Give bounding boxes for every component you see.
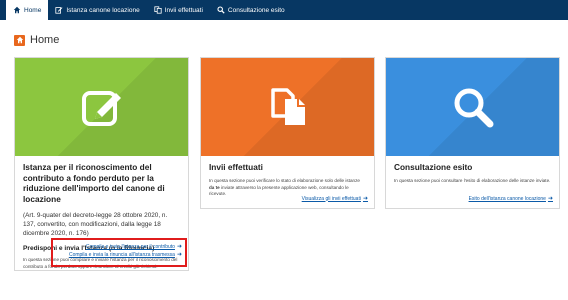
card-consultazione-description: In questa sezione puoi consultare l'esit… (394, 178, 551, 183)
nav-consultazione-label: Consultazione esito (227, 6, 285, 14)
page-title-text: Home (30, 34, 60, 46)
visualizza-invii-link-text: Visualizza gli invii effettuati (301, 195, 361, 202)
esito-istanza-link-text: Esito dell'istanza canone locazione (468, 195, 546, 202)
card-istanza-note: (Art. 9-quater del decreto-legge 28 otto… (23, 212, 168, 237)
arrow-right-icon: ➜ (176, 252, 182, 258)
top-navbar: Home Istanza canone locazione Invii effe… (0, 0, 568, 20)
search-icon (217, 6, 225, 14)
arrow-right-icon: ➜ (176, 244, 182, 250)
arrow-right-icon: ➜ (362, 196, 368, 202)
edit-icon (55, 6, 63, 14)
card-istanza-banner (15, 58, 188, 156)
visualizza-invii-link[interactable]: Visualizza gli invii effettuati ➜ (301, 195, 368, 203)
home-icon (13, 6, 21, 14)
search-icon (454, 88, 493, 128)
files-icon (154, 6, 162, 14)
card-consultazione-banner (386, 58, 559, 156)
home-icon (14, 34, 25, 46)
card-invii-banner (201, 58, 374, 156)
esito-istanza-link[interactable]: Esito dell'istanza canone locazione ➜ (468, 195, 553, 203)
card-istanza-title: Istanza per il riconoscimento del contri… (23, 162, 165, 204)
files-icon (270, 88, 305, 125)
card-invii: Invii effettuati In questa sezione puoi … (200, 57, 375, 209)
card-consultazione-title: Consultazione esito (394, 162, 473, 172)
compila-istanza-link[interactable]: Compila e invia l'istanza per il contrib… (56, 243, 182, 251)
nav-istanza-canone-locazione[interactable]: Istanza canone locazione (48, 0, 146, 20)
compila-rinuncia-link-text: Compila e invia la rinuncia all'istanza … (68, 252, 175, 258)
nav-istanza-label: Istanza canone locazione (66, 6, 140, 14)
compila-istanza-link-text: Compila e invia l'istanza per il contrib… (85, 244, 175, 250)
nav-consultazione-esito[interactable]: Consultazione esito (210, 0, 292, 20)
compila-rinuncia-link[interactable]: Compila e invia la rinuncia all'istanza … (56, 251, 182, 259)
card-invii-title: Invii effettuati (209, 162, 263, 172)
page-title: Home (14, 34, 59, 46)
nav-home[interactable]: Home (6, 0, 49, 20)
nav-invii-effettuati[interactable]: Invii effettuati (147, 0, 210, 20)
nav-home-label: Home (24, 6, 42, 14)
card-consultazione: Consultazione esito In questa sezione pu… (385, 57, 560, 209)
arrow-right-icon: ➜ (547, 196, 553, 202)
edit-icon (81, 91, 121, 126)
nav-invii-label: Invii effettuati (164, 6, 203, 14)
istanza-links-highlight: Compila e invia l'istanza per il contrib… (51, 238, 187, 267)
